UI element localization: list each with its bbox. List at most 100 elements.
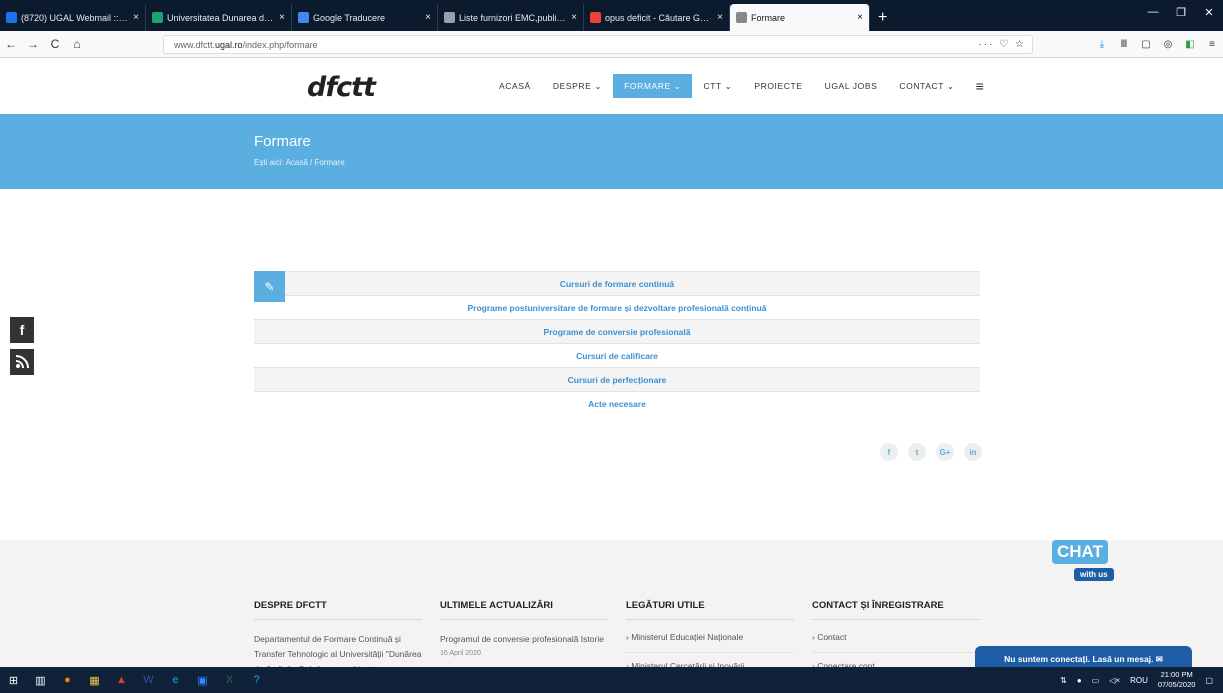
firefox-icon[interactable]: ● [54,667,81,693]
tab-label: opus deficit - Căutare Google [605,12,714,23]
footer-update-item[interactable]: Programul de conversie profesională Isto… [440,632,608,647]
pin-icon: ✎ [254,271,285,302]
site-header: dfctt ACASĂ DESPRE ⌄ FORMARE ⌄ CTT ⌄ PROIECT… [0,58,1223,114]
social-sidebar: f [10,317,34,381]
toolbar-icons: ⤓ Ⅲ ▢ ◎ ◧ ≡ [1091,31,1223,58]
tab-close-icon[interactable]: × [279,12,285,23]
chat-logo[interactable]: CHAT with us [1052,540,1114,588]
system-tray: ⇅ ● ▭ ◁× ROU 21:00 PM 07/05/2020 ▢ [1060,667,1223,693]
address-bar[interactable]: www.dfctt. ugal.ro/index.php/formare ··· … [163,35,1033,54]
share-facebook-icon[interactable]: f [880,443,898,461]
footer-contact-link[interactable]: › Contact [812,632,980,653]
browser-tab[interactable]: (8720) UGAL Webmail :: INBOX× [0,4,146,31]
extension-icon[interactable]: ◧ [1179,39,1201,50]
site-logo[interactable]: dfctt [307,72,376,103]
tab-close-icon[interactable]: × [133,12,139,23]
restore-icon[interactable]: ❐ [1167,6,1195,19]
tab-label: (8720) UGAL Webmail :: INBOX [21,12,130,23]
library-icon[interactable]: Ⅲ [1113,39,1135,50]
clock[interactable]: 21:00 PM 07/05/2020 [1158,670,1196,690]
clock-time: 21:00 PM [1160,670,1193,679]
forward-icon[interactable]: → [22,37,44,51]
word-icon[interactable]: W [135,667,162,693]
footer-contact-title: CONTACT ȘI ÎNREGISTRARE [812,600,980,620]
main-menu: ACASĂ DESPRE ⌄ FORMARE ⌄ CTT ⌄ PROIECTE UGAL … [488,74,994,98]
rss-icon[interactable] [10,349,34,375]
menu-item[interactable]: UGAL JOBS [814,74,889,98]
bluetooth-icon[interactable]: ● [1077,676,1082,685]
browser-tab[interactable]: Google Traducere × [292,4,438,31]
account-icon[interactable]: ◎ [1157,39,1179,50]
home-icon[interactable]: ⌂ [66,37,88,51]
hamburger-icon[interactable]: ≡ [966,74,995,98]
url-prefix: www.dfctt. [174,39,216,50]
course-list-item[interactable]: Programe de conversie profesională [254,319,980,343]
start-icon[interactable]: ⊞ [0,667,27,693]
share-linkedin-icon[interactable]: in [964,443,982,461]
sidebar-icon[interactable]: ▢ [1135,39,1157,50]
menu-item[interactable]: PROIECTE [743,74,813,98]
window-controls: — ❐ ✕ [1139,0,1223,24]
menu-icon[interactable]: ≡ [1201,39,1223,50]
course-list-item[interactable]: Programe postuniversitare de formare și … [254,295,980,319]
language-indicator[interactable]: ROU [1130,676,1148,685]
file-explorer-icon[interactable]: ▦ [81,667,108,693]
course-list-item[interactable]: Cursuri de calificare [254,343,980,367]
footer-update-date: 16 April 2020 [440,650,481,657]
tab-close-icon[interactable]: × [857,12,863,23]
edge-icon[interactable]: e [162,667,189,693]
page-actions-icon[interactable]: ··· ♡ ☆ [979,39,1026,50]
tab-label: Liste furnizori EMC,publicații,edituri [459,12,567,23]
downloads-icon[interactable]: ⤓ [1091,39,1113,50]
menu-item[interactable]: FORMARE ⌄ [613,74,693,98]
tab-close-icon[interactable]: × [425,12,431,23]
battery-icon[interactable]: ▭ [1092,676,1100,685]
url-domain: ugal.ro [215,39,243,50]
footer-updates-title: ULTIMELE ACTUALIZĂRI [440,600,608,620]
page-hero: Formare Ești aici: Acasă / Formare [0,114,1223,189]
chat-logo-bottom: with us [1074,568,1114,581]
back-icon[interactable]: ← [0,37,22,51]
reload-icon[interactable]: C [44,37,66,51]
tab-favicon-icon [6,12,17,23]
notification-icon[interactable]: ▢ [1205,676,1213,685]
tab-close-icon[interactable]: × [717,12,723,23]
browser-tab-bar: (8720) UGAL Webmail :: INBOX×Universitat… [0,0,1223,31]
help-icon[interactable]: ? [243,667,270,693]
menu-item[interactable]: CONTACT ⌄ [888,74,965,98]
menu-item[interactable]: DESPRE ⌄ [542,74,613,98]
volume-icon[interactable]: ◁× [1109,676,1120,685]
tab-favicon-icon [444,12,455,23]
chat-logo-top: CHAT [1052,540,1108,564]
network-icon[interactable]: ⇅ [1060,676,1067,685]
footer-about-title: DESPRE DFCTT [254,600,422,620]
course-list-item[interactable]: Cursuri de perfecționare [254,367,980,391]
footer-col-updates: ULTIMELE ACTUALIZĂRI Programul de conver… [440,600,608,657]
facebook-icon[interactable]: f [10,317,34,343]
menu-item[interactable]: CTT ⌄ [692,74,743,98]
tab-label: Universitatea Dunarea de Jos G... [167,12,275,23]
share-twitter-icon[interactable]: t [908,443,926,461]
tab-favicon-icon [152,12,163,23]
clock-date: 07/05/2020 [1157,680,1196,689]
browser-tab[interactable]: Universitatea Dunarea de Jos G... × [146,4,292,31]
course-list: ✎ Cursuri de formare continuă Programe po… [254,271,980,415]
browser-tab[interactable]: Liste furnizori EMC,publicații,edituri × [438,4,584,31]
menu-item[interactable]: ACASĂ [488,74,542,98]
new-tab-button[interactable]: + [870,4,895,31]
task-view-icon[interactable]: ▥ [27,667,54,693]
tab-close-icon[interactable]: × [571,12,577,23]
share-google-icon[interactable]: G+ [936,443,954,461]
course-list-item[interactable]: Cursuri de formare continuă [254,271,980,295]
tab-favicon-icon [298,12,309,23]
tab-label: Google Traducere [313,12,386,23]
course-list-item[interactable]: Acte necesare [254,391,980,415]
close-window-icon[interactable]: ✕ [1195,6,1223,19]
browser-tab[interactable]: opus deficit - Căutare Google × [584,4,730,31]
acrobat-icon[interactable]: ▲ [108,667,135,693]
browser-tab[interactable]: Formare × [730,4,870,31]
excel-icon[interactable]: X [216,667,243,693]
minimize-icon[interactable]: — [1139,6,1167,18]
photos-icon[interactable]: ▣ [189,667,216,693]
footer-link[interactable]: › Ministerul Educației Naționale [626,632,794,653]
